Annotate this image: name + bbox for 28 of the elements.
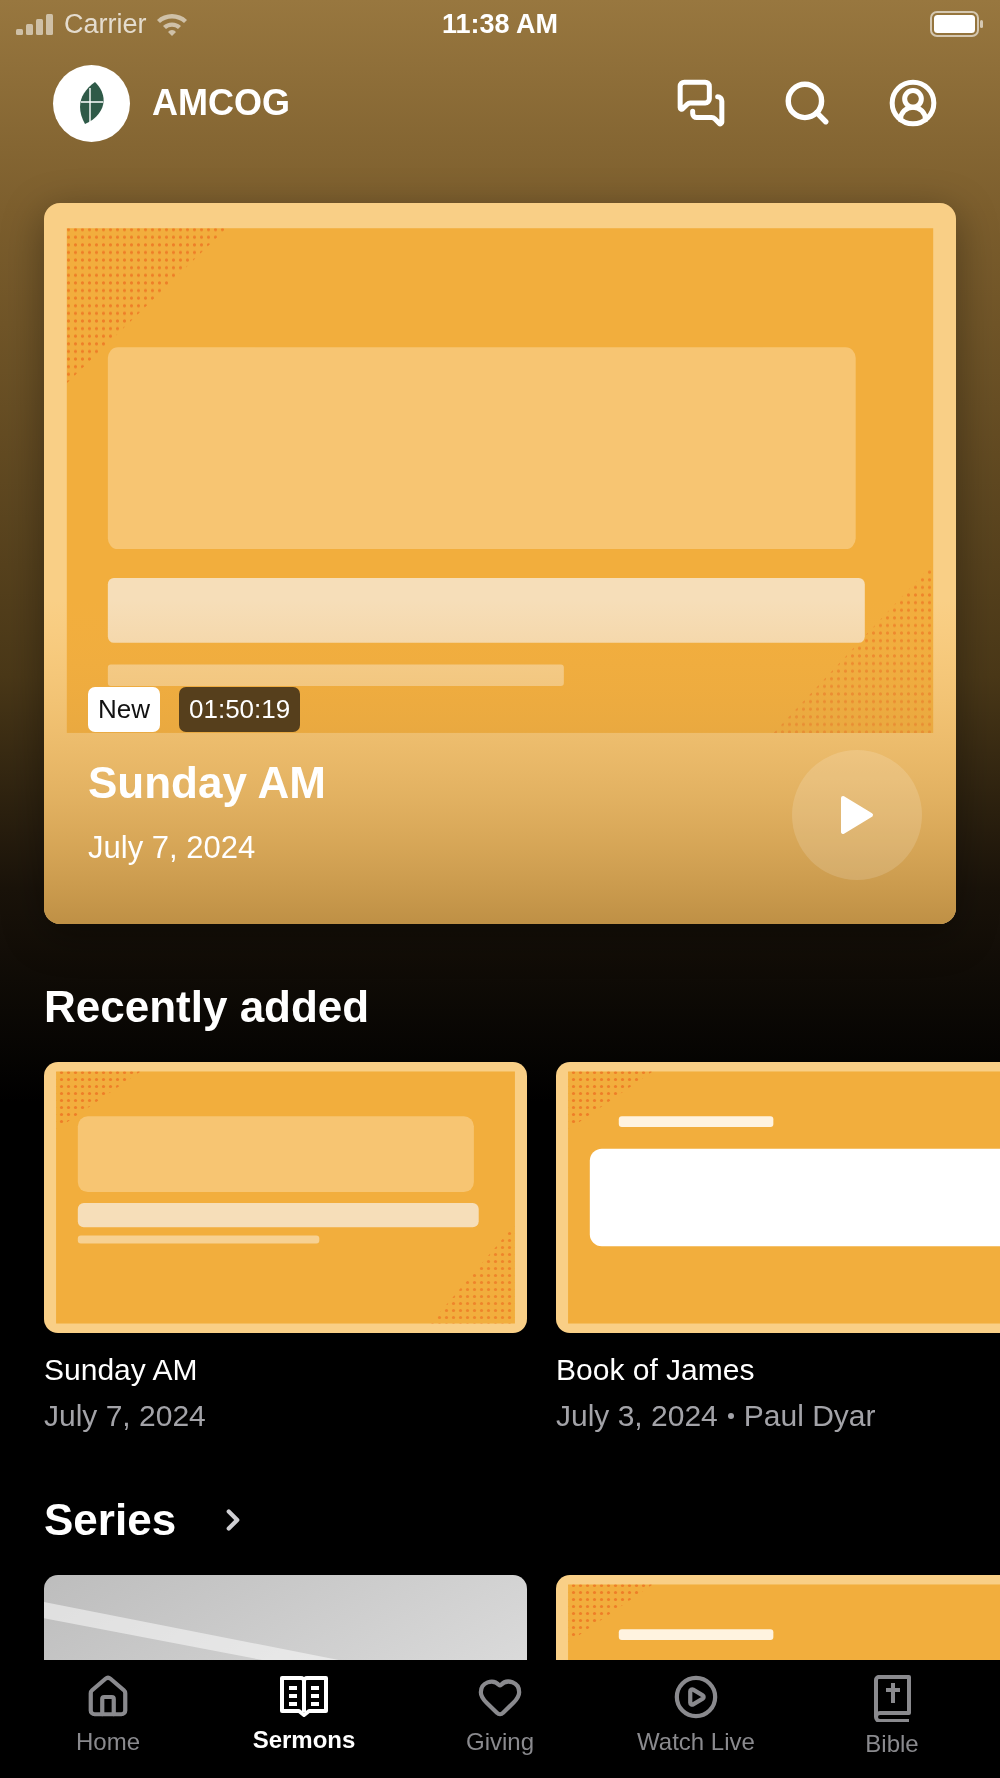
profile-button[interactable] [888, 78, 938, 128]
app-title: AMCOG [152, 82, 291, 124]
battery-icon [930, 11, 984, 37]
sermon-title: Sunday AM [44, 1353, 199, 1387]
signal-icon [16, 13, 56, 35]
sermon-date: July 3, 2024 [556, 1399, 718, 1433]
play-circle-icon [673, 1674, 719, 1720]
featured-sermon-card[interactable]: New 01:50:19 Sunday AM July 7, 2024 [44, 203, 956, 924]
sermon-title: Book of James [556, 1353, 756, 1387]
messages-button[interactable] [676, 78, 726, 128]
tab-item[interactable]: Home [18, 1660, 198, 1778]
section-heading: Recently added [44, 982, 370, 1032]
new-badge: New [88, 687, 160, 732]
play-icon [840, 795, 874, 835]
sermon-date: July 7, 2024 [88, 830, 257, 866]
tab-item[interactable]: Bible [802, 1660, 982, 1778]
open-book-icon [279, 1674, 329, 1718]
sermon-date: July 7, 2024 [44, 1399, 206, 1433]
carrier-name: Carrier [64, 8, 147, 40]
duration-badge: 01:50:19 [179, 687, 301, 732]
sermon-title: Sunday AM [88, 758, 327, 808]
tab-item[interactable]: Watch Live [606, 1660, 786, 1778]
section-heading: Series [44, 1495, 177, 1545]
tab-item[interactable]: Giving [410, 1660, 590, 1778]
clock-time: 11:38 AM [441, 8, 559, 40]
tab-item[interactable]: Sermons [214, 1660, 394, 1778]
speaker-name: Paul Dyar [743, 1399, 876, 1433]
separator-dot [727, 1413, 734, 1419]
